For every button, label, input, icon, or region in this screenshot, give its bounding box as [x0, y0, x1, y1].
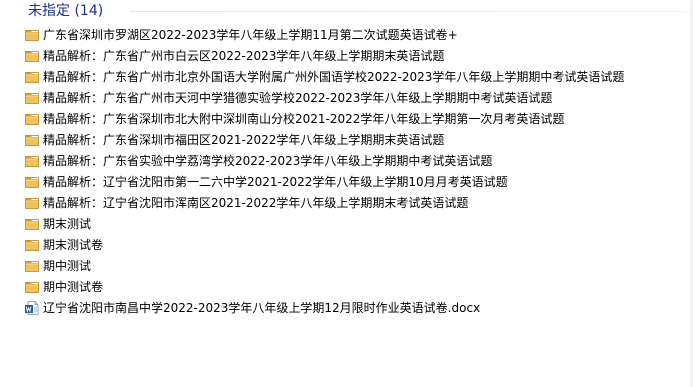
folder-icon	[24, 279, 40, 295]
folder-item[interactable]: 期末测试	[24, 213, 693, 234]
folder-icon	[24, 237, 40, 253]
folder-item[interactable]: 精品解析：广东省广州市白云区2022-2023学年八年级上学期期末英语试题	[24, 45, 693, 66]
item-name: 精品解析：广东省广州市天河中学猎德实验学校2022-2023学年八年级上学期期中…	[43, 90, 553, 105]
folder-icon	[24, 69, 40, 85]
file-item[interactable]: 辽宁省沈阳市南昌中学2022-2023学年八年级上学期12月限时作业英语试卷.d…	[24, 297, 693, 318]
folder-item[interactable]: 精品解析：广东省深圳市北大附中深圳南山分校2021-2022学年八年级上学期第一…	[24, 108, 693, 129]
folder-item[interactable]: 期末测试卷	[24, 234, 693, 255]
item-name: 精品解析：广东省深圳市福田区2021-2022学年八年级上学期期末英语试题	[43, 132, 445, 147]
folder-icon	[24, 90, 40, 106]
item-name: 期末测试	[43, 216, 92, 231]
folder-icon	[24, 132, 40, 148]
item-name: 期中测试	[43, 258, 92, 273]
folder-item[interactable]: 期中测试卷	[24, 276, 693, 297]
folder-item[interactable]: 期中测试	[24, 255, 693, 276]
group-title[interactable]: 未指定 (14)	[28, 2, 103, 20]
item-name: 期末测试卷	[43, 237, 104, 252]
group-header[interactable]: 未指定 (14)	[0, 0, 693, 22]
folder-icon	[24, 27, 40, 43]
folder-icon	[24, 111, 40, 127]
folder-icon	[24, 153, 40, 169]
folder-item[interactable]: 精品解析：辽宁省沈阳市浑南区2021-2022学年八年级上学期期末考试英语试题	[24, 192, 693, 213]
folder-item[interactable]: 广东省深圳市罗湖区2022-2023学年八年级上学期11月第二次试题英语试卷+	[24, 24, 693, 45]
word-document-icon	[24, 300, 40, 316]
folder-item[interactable]: 精品解析：广东省深圳市福田区2021-2022学年八年级上学期期末英语试题	[24, 129, 693, 150]
folder-item[interactable]: 精品解析：广东省广州市天河中学猎德实验学校2022-2023学年八年级上学期期中…	[24, 87, 693, 108]
item-name: 广东省深圳市罗湖区2022-2023学年八年级上学期11月第二次试题英语试卷+	[43, 27, 458, 42]
item-name: 辽宁省沈阳市南昌中学2022-2023学年八年级上学期12月限时作业英语试卷.d…	[43, 300, 481, 315]
folder-icon	[24, 174, 40, 190]
item-name: 精品解析：广东省广州市北京外国语大学附属广州外国语学校2022-2023学年八年…	[43, 69, 625, 84]
item-name: 精品解析：广东省深圳市北大附中深圳南山分校2021-2022学年八年级上学期第一…	[43, 111, 565, 126]
item-name: 精品解析：广东省实验中学荔湾学校2022-2023学年八年级上学期期中考试英语试…	[43, 153, 493, 168]
item-name: 精品解析：广东省广州市白云区2022-2023学年八年级上学期期末英语试题	[43, 48, 445, 63]
folder-icon	[24, 48, 40, 64]
folder-icon	[24, 258, 40, 274]
file-explorer-view: 未指定 (14) 广东省深圳市罗湖区2022-2023学年八年级上学期11月第二…	[0, 0, 693, 387]
group-divider	[130, 11, 693, 12]
item-name: 精品解析：辽宁省沈阳市浑南区2021-2022学年八年级上学期期末考试英语试题	[43, 195, 469, 210]
item-name: 期中测试卷	[43, 279, 104, 294]
folder-icon	[24, 216, 40, 232]
folder-item[interactable]: 精品解析：广东省广州市北京外国语大学附属广州外国语学校2022-2023学年八年…	[24, 66, 693, 87]
folder-icon	[24, 195, 40, 211]
folder-item[interactable]: 精品解析：辽宁省沈阳市第一二六中学2021-2022学年八年级上学期10月月考英…	[24, 171, 693, 192]
folder-item[interactable]: 精品解析：广东省实验中学荔湾学校2022-2023学年八年级上学期期中考试英语试…	[24, 150, 693, 171]
item-name: 精品解析：辽宁省沈阳市第一二六中学2021-2022学年八年级上学期10月月考英…	[43, 174, 508, 189]
file-list: 广东省深圳市罗湖区2022-2023学年八年级上学期11月第二次试题英语试卷+ 精…	[24, 24, 693, 318]
